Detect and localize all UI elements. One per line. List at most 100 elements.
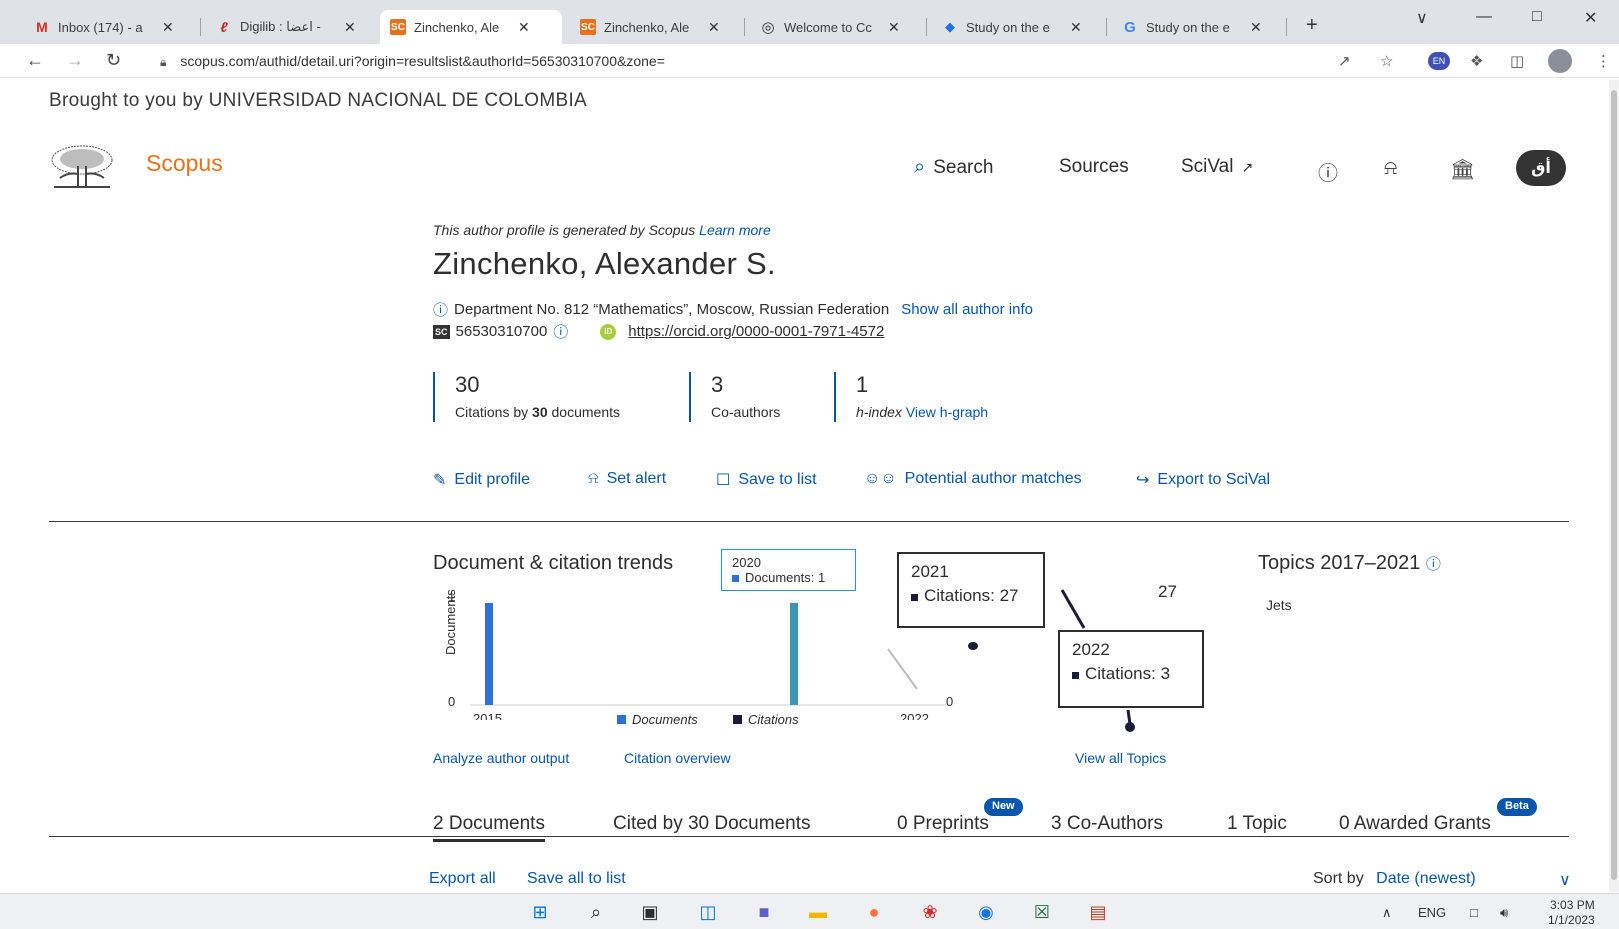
new-tab-icon[interactable]: + xyxy=(1306,14,1318,37)
tab-coauthors[interactable]: 3 Co-Authors xyxy=(1051,813,1163,835)
close-icon[interactable]: ✕ xyxy=(1070,19,1082,36)
nav-scival[interactable]: SciVal ↗ xyxy=(1181,156,1253,178)
powerpoint-icon[interactable]: ▤ xyxy=(1084,899,1112,925)
tab-cited-by[interactable]: Cited by 30 Documents xyxy=(613,813,811,835)
close-icon[interactable]: ✕ xyxy=(162,19,174,36)
tab-documents[interactable]: 2 Documents xyxy=(433,813,545,842)
orcid-link[interactable]: https://orcid.org/0000-0001-7971-4572 xyxy=(628,323,884,340)
tab-scopus-active[interactable]: SC Zinchenko, Ale ✕ xyxy=(380,10,562,44)
author-ids-row: SC 56530310700 ⓘ iD https://orcid.org/00… xyxy=(433,321,884,342)
extension-en-icon[interactable]: EN xyxy=(1428,52,1450,70)
tab-digilib[interactable]: ℓ Digilib : اعضا - ✕ xyxy=(206,10,366,44)
widgets-icon[interactable]: ◫ xyxy=(694,899,722,925)
tab-study-1[interactable]: ◆ Study on the e ✕ xyxy=(932,10,1092,44)
close-icon[interactable]: ✕ xyxy=(344,19,356,36)
potential-author-matches-button[interactable]: ☺☺ Potential author matches xyxy=(864,470,1082,488)
firefox-icon[interactable]: ● xyxy=(860,899,888,925)
info-icon[interactable]: ⓘ xyxy=(433,299,448,320)
profile-avatar-icon[interactable] xyxy=(1548,49,1572,73)
bell-icon[interactable]: ⍾ xyxy=(1384,157,1397,180)
view-all-topics-link[interactable]: View all Topics xyxy=(1075,750,1166,766)
save-to-list-button[interactable]: ☐ Save to list xyxy=(716,470,817,490)
nav-sources-label: Sources xyxy=(1059,156,1129,177)
nav-scival-label: SciVal xyxy=(1181,156,1234,177)
url-field[interactable]: 🔒︎ scopus.com/authid/detail.uri?origin=re… xyxy=(160,53,665,70)
set-alert-button[interactable]: ⍾ Set alert xyxy=(588,470,666,488)
minimize-icon[interactable]: — xyxy=(1476,8,1492,26)
tab-scopus-2[interactable]: SC Zinchenko, Ale ✕ xyxy=(570,10,730,44)
tab-study-2[interactable]: G Study on the e ✕ xyxy=(1112,10,1272,44)
volume-icon[interactable]: 🔊︎ xyxy=(1500,905,1508,921)
language-indicator[interactable]: ENG xyxy=(1418,905,1446,920)
window-close-icon[interactable]: ✕ xyxy=(1584,8,1597,28)
nav-sources[interactable]: Sources xyxy=(1059,156,1129,178)
bookmark-star-icon[interactable]: ☆ xyxy=(1380,52,1393,70)
tooltip-2021-row: Citations: 27 xyxy=(911,586,1031,606)
browser-menu-icon[interactable]: ⋮ xyxy=(1596,52,1611,70)
taskbar-clock[interactable]: 3:03 PM 1/1/2023 xyxy=(1548,898,1595,928)
close-icon[interactable]: ✕ xyxy=(1250,19,1262,36)
scopus-logo-text[interactable]: Scopus xyxy=(146,150,223,177)
bar-2020-documents[interactable] xyxy=(790,603,798,705)
user-avatar[interactable]: أق xyxy=(1516,150,1566,186)
profile-notice: This author profile is generated by Scop… xyxy=(433,222,771,238)
elsevier-tree-logo[interactable] xyxy=(48,144,116,190)
export-to-scival-button[interactable]: ↪ Export to SciVal xyxy=(1136,470,1270,490)
app-icon[interactable]: ❀ xyxy=(916,899,944,925)
analyze-author-output-link[interactable]: Analyze author output xyxy=(433,750,569,766)
search-icon: ⌕ xyxy=(914,156,926,178)
excel-icon[interactable]: ☒ xyxy=(1028,899,1056,925)
tray-chevron-icon[interactable]: ∧ xyxy=(1382,905,1392,921)
tooltip-2020-row: Documents: 1 xyxy=(732,570,845,585)
maximize-icon[interactable]: □ xyxy=(1532,8,1542,26)
citations-line-fragment xyxy=(887,648,918,690)
windows-start-icon[interactable]: ⊞ xyxy=(526,899,554,925)
info-icon[interactable]: ⓘ xyxy=(553,321,568,342)
chat-icon[interactable]: ■ xyxy=(750,899,778,925)
export-all-link[interactable]: Export all xyxy=(429,870,496,888)
sort-by-select[interactable]: Date (newest) xyxy=(1376,870,1476,887)
view-h-graph-link[interactable]: View h-graph xyxy=(906,404,988,420)
share-icon[interactable]: ↗ xyxy=(1338,52,1351,70)
chrome-icon[interactable]: ◉ xyxy=(972,899,1000,925)
task-view-icon[interactable]: ▣ xyxy=(636,899,664,925)
back-icon[interactable]: ← xyxy=(26,50,44,71)
nav-search[interactable]: ⌕ Search xyxy=(914,156,993,179)
institution-icon[interactable]: 🏛︎ xyxy=(1450,157,1475,182)
search-icon[interactable]: ⌕ xyxy=(582,899,610,925)
save-all-to-list-link[interactable]: Save all to list xyxy=(527,870,626,888)
learn-more-link[interactable]: Learn more xyxy=(699,222,771,238)
tab-gmail[interactable]: M Inbox (174) - a ✕ xyxy=(24,10,184,44)
network-icon[interactable]: □ xyxy=(1470,905,1478,920)
bell-icon: ⍾ xyxy=(588,470,599,487)
close-icon[interactable]: ✕ xyxy=(888,19,900,36)
side-panel-icon[interactable]: ◫ xyxy=(1510,52,1524,70)
bar-2015-documents[interactable] xyxy=(485,603,493,705)
tab-welcome[interactable]: ◎ Welcome to Cc ✕ xyxy=(750,10,910,44)
show-all-author-info-link[interactable]: Show all author info xyxy=(901,301,1033,318)
page-scrollbar-thumb[interactable] xyxy=(1611,90,1617,880)
tab-awarded-grants[interactable]: 0 Awarded Grants xyxy=(1339,813,1491,835)
close-icon[interactable]: ✕ xyxy=(518,19,530,36)
citation-overview-link[interactable]: Citation overview xyxy=(624,750,731,766)
tab-separator xyxy=(1106,18,1107,36)
forward-icon[interactable]: → xyxy=(66,50,84,71)
globe-icon: ◎ xyxy=(761,19,775,36)
chevron-down-icon[interactable]: ∨ xyxy=(1559,870,1571,890)
info-icon[interactable]: ⓘ xyxy=(1426,556,1441,573)
reload-icon[interactable]: ↻ xyxy=(106,50,121,71)
pencil-icon: ✎ xyxy=(433,472,447,489)
extensions-puzzle-icon[interactable]: ❖ xyxy=(1470,52,1483,70)
help-icon[interactable]: ⓘ xyxy=(1318,157,1338,186)
file-explorer-icon[interactable]: ▬ xyxy=(804,899,832,925)
tab-topic[interactable]: 1 Topic xyxy=(1227,813,1287,835)
point-2022-citations[interactable] xyxy=(1125,722,1135,732)
tab-preprints[interactable]: 0 Preprints xyxy=(897,813,989,835)
close-icon[interactable]: ✕ xyxy=(708,19,720,36)
topic-word-jets[interactable]: Jets xyxy=(1266,597,1292,613)
point-2021-citations[interactable] xyxy=(968,642,978,650)
tab-search-chevron-icon[interactable]: ∨ xyxy=(1416,8,1428,28)
legend-citations-swatch xyxy=(733,715,742,724)
edit-profile-button[interactable]: ✎ Edit profile xyxy=(433,470,530,490)
hindex-label-text: h-index xyxy=(856,404,902,420)
